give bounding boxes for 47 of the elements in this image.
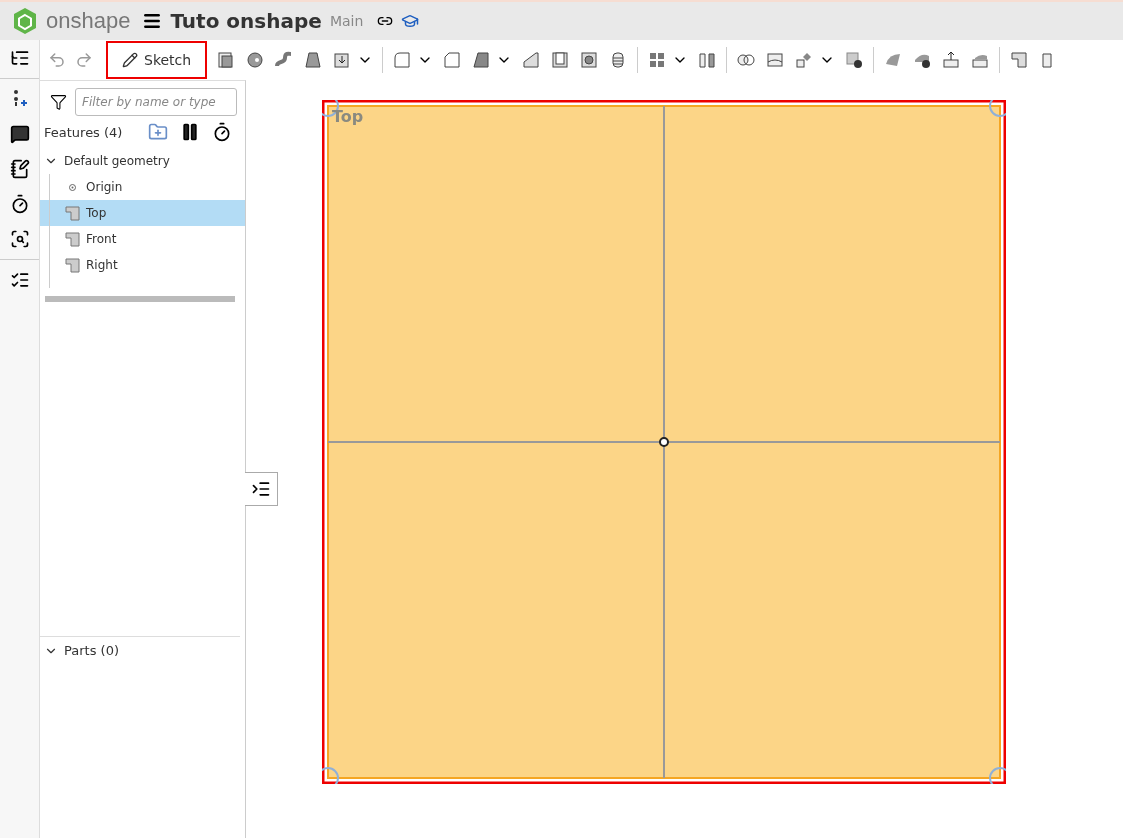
mirror-tool-icon[interactable]: [697, 50, 718, 70]
list-icon: [251, 479, 271, 499]
filter-field[interactable]: Filter by name or type: [75, 88, 237, 116]
loft-tool-icon[interactable]: [303, 50, 324, 70]
origin-point[interactable]: [659, 437, 669, 447]
logo-icon: [12, 7, 38, 35]
document-title: Tuto onshape: [170, 9, 322, 33]
corner-handle[interactable]: [989, 767, 1006, 784]
feature-list-icon[interactable]: [9, 48, 30, 68]
pencil-icon: [122, 52, 138, 68]
tree-item[interactable]: Top: [40, 200, 245, 226]
corner-handle[interactable]: [989, 100, 1006, 117]
branch-name: Main: [329, 13, 364, 29]
plane-label: Top: [332, 107, 364, 126]
shell-tool-icon[interactable]: [550, 50, 571, 70]
features-heading: Features (4): [44, 124, 123, 140]
undo-icon[interactable]: [48, 51, 66, 69]
comment-icon[interactable]: [9, 124, 30, 144]
tree-item[interactable]: Front: [40, 226, 245, 252]
plane-icon: [65, 257, 80, 273]
hole-tool-icon[interactable]: [579, 50, 600, 70]
sketch-button[interactable]: Sketch: [106, 41, 208, 79]
notes-icon[interactable]: [9, 159, 30, 179]
corner-handle[interactable]: [322, 767, 339, 784]
plane-icon: [65, 231, 80, 247]
graduation-cap-icon[interactable]: [401, 12, 420, 30]
checklist-icon[interactable]: [9, 270, 30, 290]
tree-item[interactable]: Origin: [40, 174, 245, 200]
tree-item[interactable]: Default geometry: [40, 148, 245, 174]
filter-icon[interactable]: [50, 93, 67, 111]
inspect-icon[interactable]: [9, 229, 30, 249]
move-face-icon[interactable]: [941, 50, 962, 70]
delete-part-icon[interactable]: [844, 50, 865, 70]
draft-tool-icon[interactable]: [471, 50, 492, 70]
revolve-tool-icon[interactable]: [245, 50, 266, 70]
parts-section-header[interactable]: Parts (0): [40, 636, 240, 838]
plane-tool-icon[interactable]: [1009, 50, 1030, 70]
menu-icon[interactable]: [142, 11, 163, 31]
add-folder-icon[interactable]: [148, 122, 169, 142]
split-tool-icon[interactable]: [765, 50, 786, 70]
plane-icon: [65, 205, 80, 221]
chamfer-tool-icon[interactable]: [442, 50, 463, 70]
tree-item[interactable]: Right: [40, 252, 245, 278]
redo-icon[interactable]: [75, 51, 93, 69]
panel-toggle-button[interactable]: [245, 472, 278, 506]
rib-tool-icon[interactable]: [521, 50, 542, 70]
brand-name: onshape: [46, 8, 131, 34]
